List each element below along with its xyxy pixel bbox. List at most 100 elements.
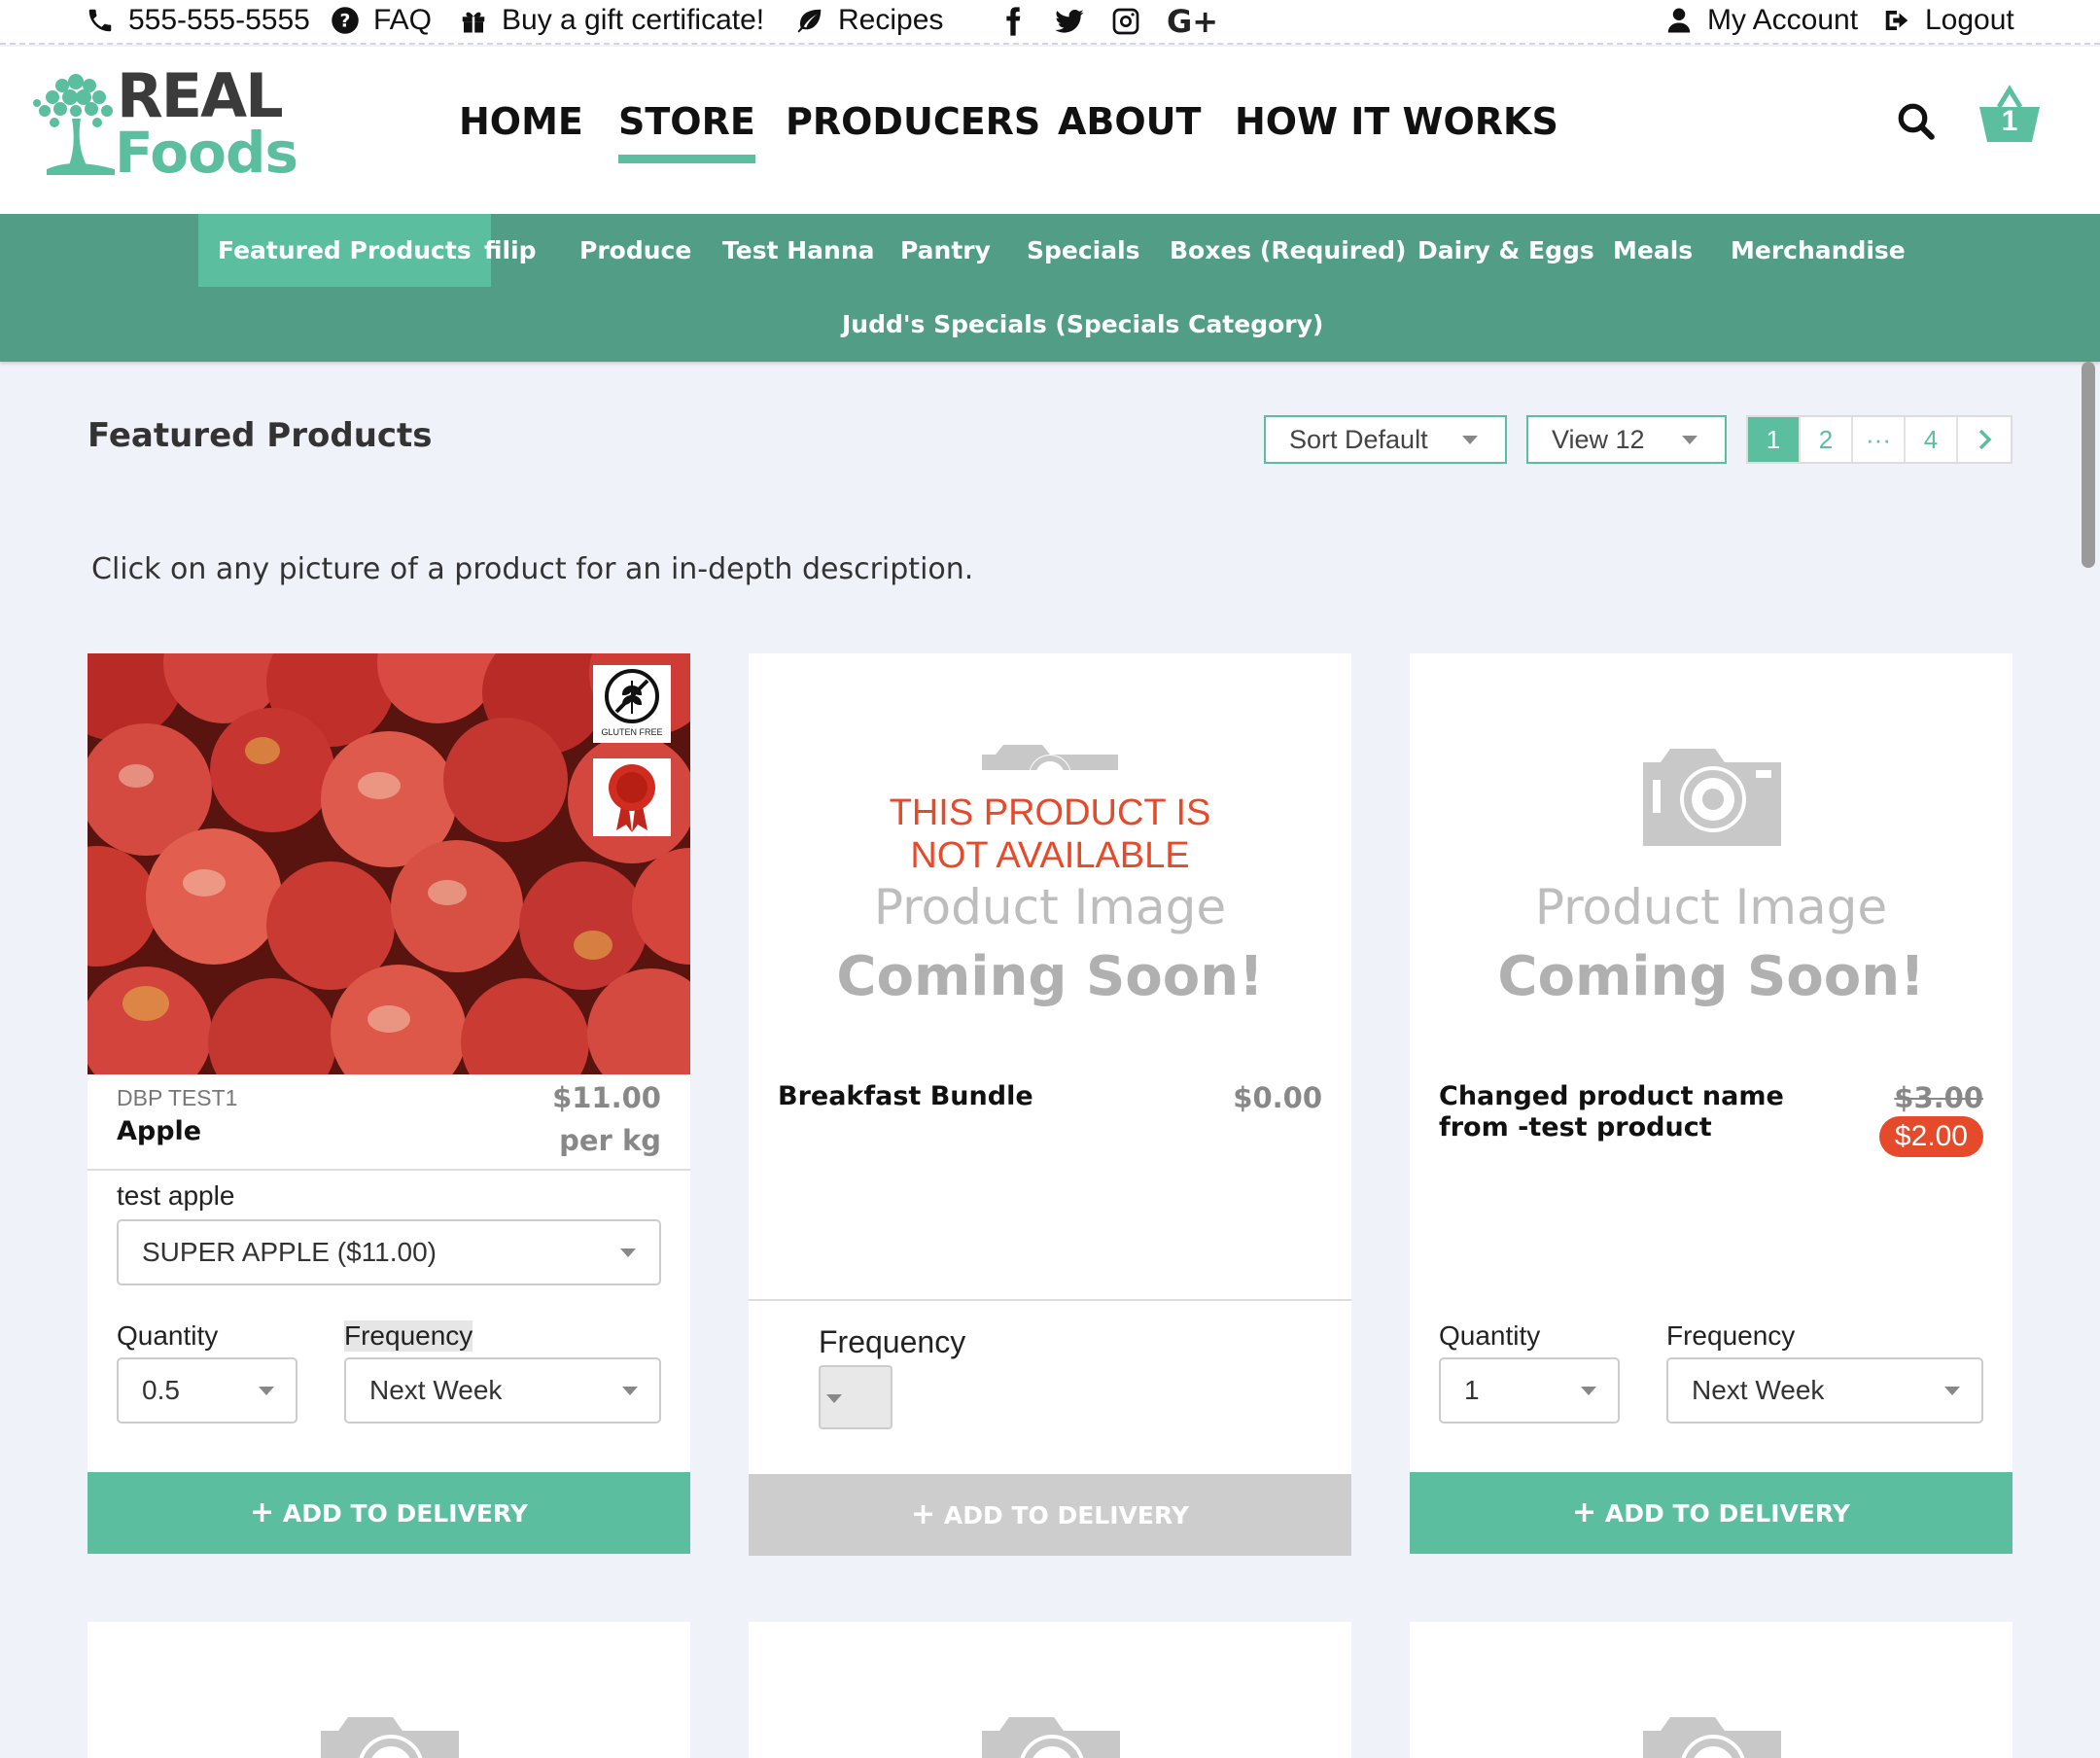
- unavailable-notice: THIS PRODUCT IS NOT AVAILABLE: [889, 792, 1211, 876]
- option-select[interactable]: SUPER APPLE ($11.00): [117, 1219, 661, 1285]
- add-to-delivery-label: ADD TO DELIVERY: [1604, 1499, 1850, 1528]
- quantity-select[interactable]: 1: [1439, 1357, 1620, 1424]
- sort-select[interactable]: Sort Default: [1264, 415, 1507, 464]
- page-2-button[interactable]: 2: [1801, 417, 1853, 462]
- product-name[interactable]: Changed product name from -test product: [1439, 1081, 1789, 1143]
- quantity-label: Quantity: [117, 1320, 219, 1351]
- category-specials[interactable]: Specials: [1007, 214, 1160, 287]
- gluten-free-label: GLUTEN FREE: [601, 727, 663, 737]
- logo-text-real: REAL: [117, 60, 284, 131]
- my-account-label: My Account: [1707, 4, 1859, 36]
- product-image-apple[interactable]: GLUTEN FREE: [88, 653, 690, 1074]
- product-image-placeholder[interactable]: THIS PRODUCT IS NOT AVAILABLE Product Im…: [749, 653, 1351, 1074]
- tree-logo-icon: [33, 74, 115, 175]
- gift-label: Buy a gift certificate!: [502, 4, 765, 36]
- category-test-hanna[interactable]: Test Hanna: [703, 214, 893, 287]
- logout-link[interactable]: Logout: [1882, 4, 2014, 37]
- sale-price-badge: $2.00: [1878, 1116, 1983, 1157]
- cart-count: 1: [2001, 105, 2018, 137]
- nav-home[interactable]: HOME: [459, 100, 583, 143]
- real-foods-logo[interactable]: REAL Foods: [27, 56, 298, 183]
- product-card-apple: GLUTEN FREE DBP TEST1 Apple $11.00 per k…: [88, 653, 690, 1554]
- award-ribbon-badge: [593, 758, 671, 836]
- add-to-delivery-button[interactable]: + ADD TO DELIVERY: [1410, 1472, 2012, 1554]
- twitter-icon[interactable]: [1054, 6, 1085, 37]
- top-utility-bar: 555-555-5555 ? FAQ Buy a gift certificat…: [0, 0, 2100, 45]
- facebook-icon[interactable]: [998, 6, 1029, 37]
- category-featured-products[interactable]: Featured Products: [198, 214, 491, 287]
- chevron-down-icon: [826, 1394, 842, 1403]
- category-judds-specials[interactable]: Judd's Specials (Specials Category): [822, 288, 1343, 361]
- nav-producers[interactable]: PRODUCERS: [786, 100, 1040, 143]
- quantity-select[interactable]: 0.5: [117, 1357, 298, 1424]
- faq-link[interactable]: ? FAQ: [331, 4, 432, 37]
- placeholder-text-line2: Coming Soon!: [836, 945, 1264, 1008]
- my-account-link[interactable]: My Account: [1664, 4, 1858, 37]
- logo-text-foods: Foods: [115, 120, 298, 186]
- quantity-value: 0.5: [142, 1375, 180, 1405]
- product-card-row2-1: [88, 1622, 690, 1758]
- option-label: test apple: [117, 1180, 235, 1211]
- product-card-row2-3: [1410, 1622, 2012, 1758]
- google-plus-icon[interactable]: G+: [1167, 6, 1218, 37]
- instagram-icon[interactable]: [1110, 6, 1141, 37]
- plus-icon: +: [250, 1495, 275, 1529]
- intro-text: Click on any picture of a product for an…: [91, 552, 974, 586]
- phone-number: 555-555-5555: [128, 4, 310, 36]
- faq-label: FAQ: [373, 4, 433, 36]
- product-name[interactable]: Breakfast Bundle: [778, 1081, 1033, 1112]
- add-to-delivery-label: ADD TO DELIVERY: [943, 1501, 1189, 1529]
- category-pantry[interactable]: Pantry: [881, 214, 1010, 287]
- gift-certificate-link[interactable]: Buy a gift certificate!: [459, 4, 764, 37]
- camera-icon: [982, 745, 1118, 770]
- question-circle-icon: ?: [332, 7, 359, 34]
- category-meals[interactable]: Meals: [1593, 214, 1712, 287]
- leaf-icon: [797, 9, 822, 33]
- frequency-label: Frequency: [1666, 1320, 1796, 1351]
- phone-icon: [88, 9, 112, 32]
- producer-name: DBP TEST1: [117, 1085, 238, 1110]
- product-name[interactable]: Apple: [117, 1116, 201, 1147]
- phone-link[interactable]: 555-555-5555: [86, 4, 310, 37]
- search-icon[interactable]: [1896, 101, 1937, 142]
- page-title: Featured Products: [88, 416, 433, 455]
- page-scrollbar[interactable]: [2082, 362, 2095, 568]
- original-price: $3.00: [1894, 1081, 1983, 1114]
- product-card-row2-2: [749, 1622, 1351, 1758]
- view-count-select[interactable]: View 12: [1526, 415, 1727, 464]
- product-card-breakfast-bundle: THIS PRODUCT IS NOT AVAILABLE Product Im…: [749, 653, 1351, 1556]
- product-card-changed-product: Product Image Coming Soon! Changed produ…: [1410, 653, 2012, 1554]
- add-to-delivery-button[interactable]: + ADD TO DELIVERY: [88, 1472, 690, 1554]
- frequency-label: Frequency: [344, 1320, 473, 1352]
- nav-about[interactable]: ABOUT: [1058, 100, 1201, 143]
- category-produce[interactable]: Produce: [560, 214, 711, 287]
- frequency-select-disabled[interactable]: [819, 1365, 892, 1429]
- site-header: REAL Foods HOME STORE PRODUCERS ABOUT HO…: [0, 47, 2100, 214]
- camera-icon: [1643, 1717, 1781, 1758]
- category-bar: Featured Products filip Produce Test Han…: [0, 214, 2100, 362]
- card-divider: [88, 1169, 690, 1171]
- plus-icon: +: [1572, 1495, 1597, 1529]
- gift-icon: [462, 12, 485, 33]
- chevron-right-icon: [1978, 429, 1992, 450]
- product-image-placeholder[interactable]: Product Image Coming Soon!: [1410, 653, 2012, 1074]
- category-filip[interactable]: filip: [465, 214, 556, 287]
- logout-label: Logout: [1925, 4, 2014, 36]
- category-dairy-eggs[interactable]: Dairy & Eggs: [1398, 214, 1614, 287]
- next-page-button[interactable]: [1958, 417, 2011, 462]
- recipes-label: Recipes: [838, 4, 944, 36]
- frequency-select[interactable]: Next Week: [344, 1357, 661, 1424]
- recipes-link[interactable]: Recipes: [795, 4, 943, 37]
- plus-icon: +: [911, 1497, 936, 1531]
- frequency-select[interactable]: Next Week: [1666, 1357, 1983, 1424]
- add-to-delivery-button-disabled[interactable]: + ADD TO DELIVERY: [749, 1474, 1351, 1556]
- product-price: $0.00: [1233, 1081, 1322, 1114]
- camera-icon: [1643, 749, 1781, 846]
- page-4-button[interactable]: 4: [1906, 417, 1958, 462]
- category-boxes-required[interactable]: Boxes (Required): [1150, 214, 1425, 287]
- nav-store[interactable]: STORE: [618, 100, 755, 163]
- sign-out-icon: [1885, 11, 1908, 30]
- nav-how-it-works[interactable]: HOW IT WORKS: [1235, 100, 1558, 143]
- page-1-button[interactable]: 1: [1748, 417, 1801, 462]
- category-merchandise[interactable]: Merchandise: [1711, 214, 1925, 287]
